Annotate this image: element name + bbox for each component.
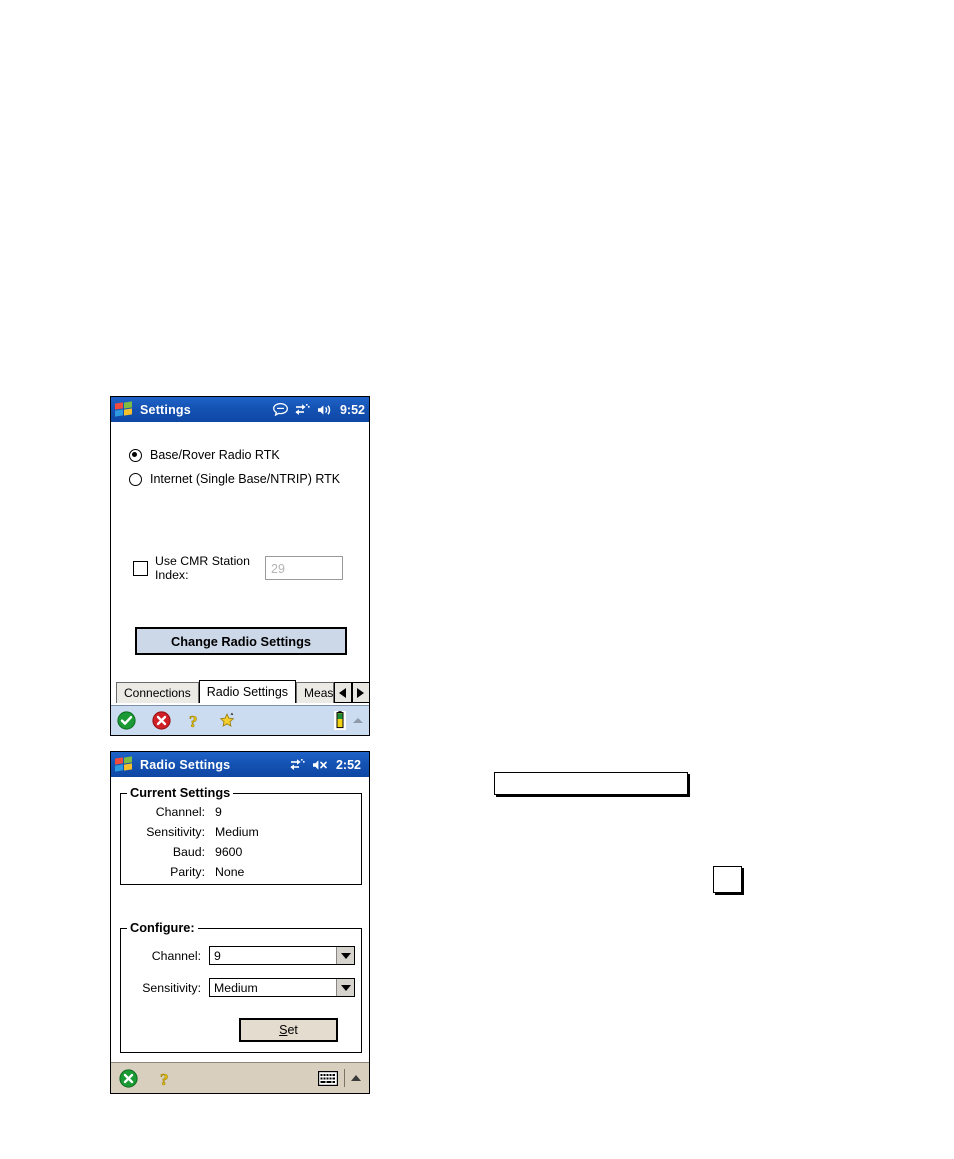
configure-channel-row: Channel: 9 (129, 946, 355, 965)
radio-settings-titlebar: Radio Settings 2:52 (111, 752, 369, 777)
svg-text:?: ? (160, 1070, 169, 1088)
radio-option-internet-ntrip[interactable]: Internet (Single Base/NTRIP) RTK (129, 472, 340, 486)
set-button-label: et (287, 1023, 298, 1037)
configure-channel-label: Channel: (151, 948, 201, 963)
current-setting-row: Parity: None (121, 865, 361, 879)
station-index-input[interactable]: 29 (265, 556, 343, 580)
cancel-x-icon[interactable] (119, 1068, 138, 1088)
radio-button-internet-ntrip[interactable] (129, 472, 142, 486)
svg-text:?: ? (189, 712, 198, 730)
use-cmr-station-index-checkbox[interactable] (133, 560, 148, 576)
expand-up-arrow-icon[interactable] (353, 718, 363, 723)
change-radio-settings-button[interactable]: Change Radio Settings (135, 627, 347, 655)
scroll-right-arrow[interactable] (351, 682, 370, 703)
current-setting-row: Baud: 9600 (121, 845, 361, 859)
tab-strip: Connections Radio Settings Meas (112, 680, 370, 703)
windows-flag-icon[interactable] (115, 401, 134, 417)
current-baud-value: 9600 (215, 845, 243, 859)
current-settings-group: Current Settings Channel: 9 Sensitivity:… (120, 785, 362, 885)
current-sensitivity-label: Sensitivity: (146, 825, 205, 839)
battery-icon[interactable] (334, 711, 346, 730)
settings-command-bar: ? (111, 705, 369, 735)
current-parity-value: None (215, 865, 245, 879)
radio-settings-content: Current Settings Channel: 9 Sensitivity:… (111, 777, 369, 1061)
expand-up-arrow-icon[interactable] (351, 1075, 361, 1081)
chevron-down-icon[interactable] (336, 947, 354, 964)
clock-label: 9:52 (339, 402, 365, 417)
radio-settings-window: Radio Settings 2:52 Current Settings Cha… (110, 751, 370, 1094)
sensitivity-dropdown[interactable]: Medium (209, 978, 355, 997)
cancel-x-icon[interactable] (152, 711, 171, 730)
cmr-station-index-row: Use CMR Station Index: 29 (133, 554, 343, 582)
current-channel-label: Channel: (155, 805, 205, 819)
cmr-label-line1: Use CMR Station (155, 554, 250, 568)
help-question-icon[interactable]: ? (158, 1069, 173, 1088)
chat-bubble-icon[interactable] (273, 403, 288, 416)
radio-label-base-rover: Base/Rover Radio RTK (150, 448, 280, 462)
configure-sensitivity-row: Sensitivity: Medium (129, 978, 355, 997)
current-baud-label: Baud: (172, 845, 205, 859)
channel-dropdown[interactable]: 9 (209, 946, 355, 965)
tab-connections[interactable]: Connections (116, 682, 199, 703)
settings-content: Base/Rover Radio RTK Internet (Single Ba… (111, 422, 369, 681)
window-title: Radio Settings (140, 757, 231, 772)
radio-label-internet-ntrip: Internet (Single Base/NTRIP) RTK (150, 472, 341, 486)
connectivity-icon[interactable] (290, 758, 305, 771)
radio-option-base-rover[interactable]: Base/Rover Radio RTK (129, 448, 280, 462)
channel-dropdown-value: 9 (214, 948, 221, 963)
current-channel-value: 9 (215, 805, 222, 819)
set-button-accel: S (279, 1023, 288, 1037)
current-setting-row: Sensitivity: Medium (121, 825, 361, 839)
settings-titlebar: Settings 9:52 (111, 397, 369, 422)
sensitivity-dropdown-value: Medium (214, 980, 258, 995)
help-question-icon[interactable]: ? (187, 711, 202, 730)
configure-sensitivity-label: Sensitivity: (142, 980, 201, 995)
current-sensitivity-value: Medium (215, 825, 259, 839)
keyboard-icon[interactable] (318, 1070, 338, 1086)
empty-callout-box-small (713, 866, 742, 893)
configure-group-title: Configure: (127, 920, 198, 935)
current-settings-group-title: Current Settings (127, 785, 234, 800)
tab-radio-settings[interactable]: Radio Settings (198, 680, 297, 703)
scroll-left-arrow[interactable] (333, 682, 352, 703)
speaker-icon[interactable] (317, 404, 333, 416)
tab-measure[interactable]: Meas (296, 682, 334, 703)
cmr-label-line2: Index: (155, 568, 189, 582)
clock-label: 2:52 (335, 757, 361, 772)
speaker-muted-icon[interactable] (312, 759, 329, 771)
empty-callout-box-large (494, 772, 688, 795)
star-icon[interactable] (218, 711, 238, 730)
configure-group: Configure: Channel: 9 Sensitivity: Mediu… (120, 920, 362, 1053)
current-setting-row: Channel: 9 (121, 805, 361, 819)
use-cmr-station-index-label: Use CMR Station Index: (155, 554, 265, 582)
window-title: Settings (140, 402, 191, 417)
connectivity-icon[interactable] (295, 403, 310, 416)
radio-button-base-rover[interactable] (129, 448, 142, 462)
current-parity-label: Parity: (170, 865, 205, 879)
settings-window: Settings 9:52 Base/Rover Radio RTK Inter… (110, 396, 370, 736)
ok-check-icon[interactable] (117, 711, 136, 730)
chevron-down-icon[interactable] (336, 979, 354, 996)
windows-flag-icon[interactable] (115, 756, 134, 772)
set-button[interactable]: Set (239, 1018, 338, 1042)
radio-settings-command-bar: ? (111, 1062, 369, 1093)
